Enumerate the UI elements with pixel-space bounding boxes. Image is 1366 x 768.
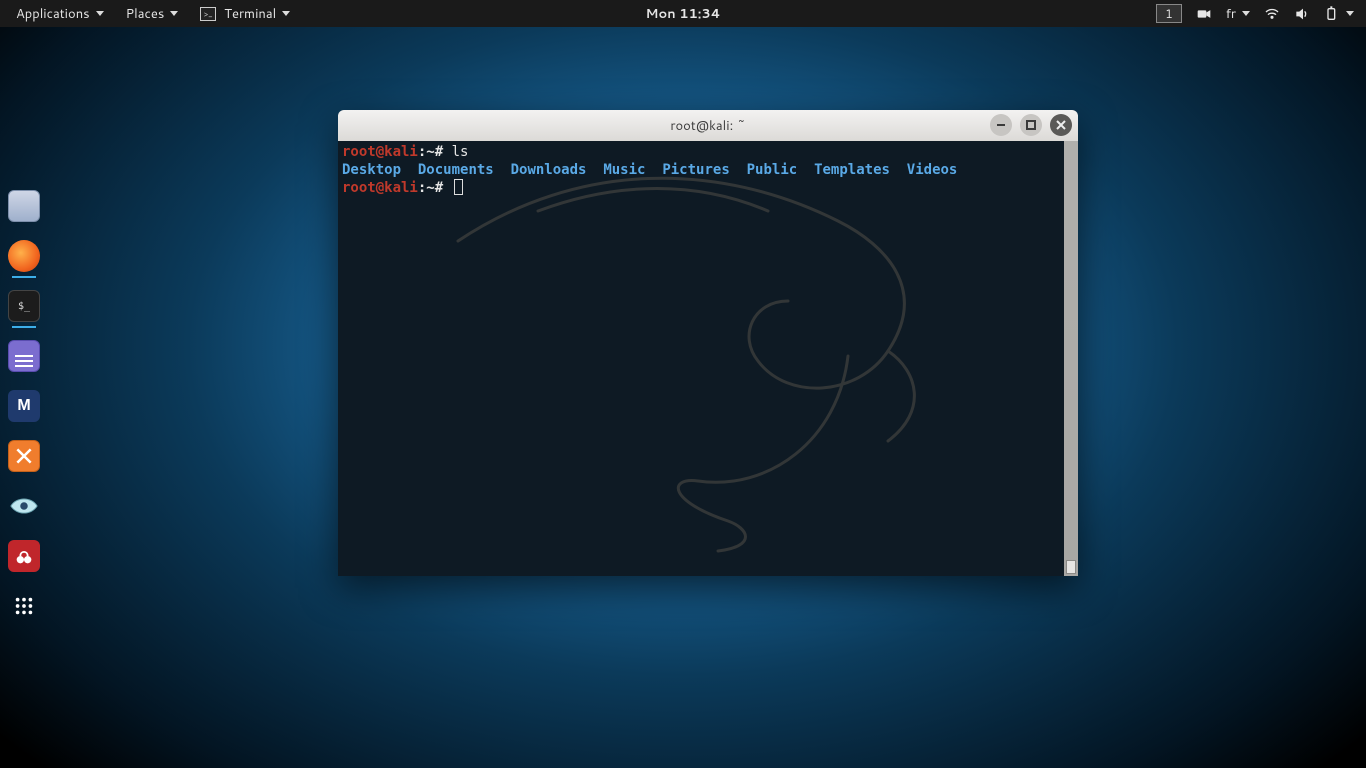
close-button[interactable]: [1050, 114, 1072, 136]
chevron-down-icon: [1242, 11, 1250, 16]
minimize-button[interactable]: [990, 114, 1012, 136]
prompt-user-host: root@kali: [342, 144, 418, 160]
places-menu[interactable]: Places: [116, 1, 189, 27]
terminal-window[interactable]: root@kali: ~ root@kali:~# ls: [338, 110, 1078, 576]
scrollbar-thumb[interactable]: [1066, 560, 1076, 574]
network-icon[interactable]: [1258, 2, 1286, 26]
chevron-down-icon: [1346, 11, 1354, 16]
folder-icon: [8, 190, 40, 222]
top-panel: Applications Places >_ Terminal Mon 11:3…: [0, 0, 1366, 27]
clock[interactable]: Mon 11:34: [645, 5, 720, 23]
dock-burpsuite[interactable]: [8, 440, 40, 472]
places-label: Places: [126, 5, 165, 23]
desktop: Applications Places >_ Terminal Mon 11:3…: [0, 0, 1366, 768]
keyboard-layout-label: fr: [1226, 5, 1236, 23]
apps-grid-icon: [8, 590, 40, 622]
dock-files[interactable]: [8, 190, 40, 222]
chevron-down-icon: [96, 11, 104, 16]
keyboard-layout-menu[interactable]: fr: [1220, 1, 1256, 27]
cherrytree-icon: [8, 540, 40, 572]
titlebar[interactable]: root@kali: ~: [338, 110, 1078, 141]
terminal-icon: >_: [200, 7, 216, 21]
dock: $_ M: [8, 190, 40, 622]
terminal-icon: $_: [8, 290, 40, 322]
dock-text-editor[interactable]: [8, 340, 40, 372]
applications-menu[interactable]: Applications: [6, 1, 114, 27]
dock-zenmap[interactable]: [8, 490, 40, 522]
firefox-icon: [8, 240, 40, 272]
maximize-button[interactable]: [1020, 114, 1042, 136]
text-editor-icon: [8, 340, 40, 372]
workspace-number: 1: [1156, 4, 1182, 23]
ls-entry: Desktop: [342, 162, 401, 178]
window-title: root@kali: ~: [670, 117, 745, 135]
terminal-body[interactable]: root@kali:~# ls Desktop Documents Downlo…: [338, 141, 1078, 576]
chevron-down-icon: [170, 11, 178, 16]
clock-text: Mon 11:34: [645, 5, 720, 23]
applications-label: Applications: [16, 5, 90, 23]
dock-firefox[interactable]: [8, 240, 40, 272]
terminal-menu[interactable]: >_ Terminal: [190, 1, 300, 27]
burpsuite-icon: [8, 440, 40, 472]
dock-show-apps[interactable]: [8, 590, 40, 622]
workspace-switcher[interactable]: 1: [1150, 0, 1188, 27]
kali-dragon-watermark: [418, 151, 978, 571]
dock-metasploit[interactable]: M: [8, 390, 40, 422]
chevron-down-icon: [282, 11, 290, 16]
metasploit-icon: M: [8, 390, 40, 422]
eye-icon: [8, 490, 40, 522]
scrollbar[interactable]: [1064, 141, 1078, 576]
dock-terminal[interactable]: $_: [8, 290, 40, 322]
volume-icon[interactable]: [1288, 2, 1316, 26]
power-menu[interactable]: [1318, 2, 1360, 26]
prompt-user-host: root@kali: [342, 180, 418, 196]
video-record-icon[interactable]: [1190, 2, 1218, 26]
terminal-label: Terminal: [224, 5, 276, 23]
dock-cherrytree[interactable]: [8, 540, 40, 572]
